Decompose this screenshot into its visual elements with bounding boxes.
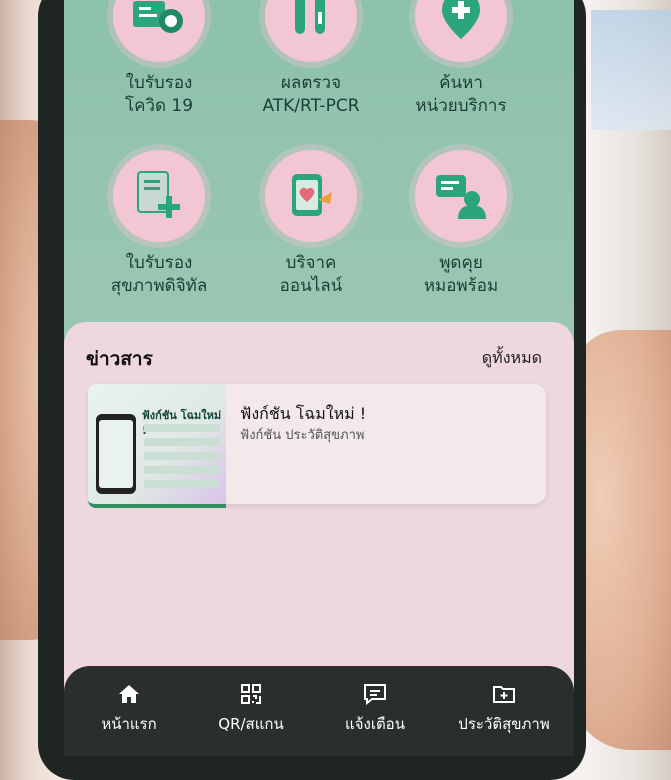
menu-label: ใบรับรอง โควิด 19	[124, 73, 194, 116]
menu-item-find-service[interactable]: ค้นหา หน่วยบริการ	[386, 0, 536, 118]
menu-label: ผลตรวจ ATK/RT-PCR	[262, 73, 360, 116]
menu-item-digital-health-certificate[interactable]: ใบรับรอง สุขภาพดิจิทัล	[84, 150, 234, 298]
home-icon	[74, 682, 184, 708]
location-pin-icon	[415, 0, 507, 62]
news-header: ข่าวสาร	[86, 348, 153, 370]
document-add-icon	[113, 150, 205, 242]
thumbnail-phone-graphic	[96, 414, 136, 494]
nav-label: หน้าแรก	[101, 715, 157, 733]
nav-label: QR/สแกน	[218, 715, 284, 733]
menu-item-talk-doctor[interactable]: พูดคุย หมอพร้อม	[386, 150, 536, 298]
nav-item-home[interactable]: หน้าแรก	[74, 682, 184, 736]
menu-label: บริจาค ออนไลน์	[279, 253, 343, 296]
article-subtitle: ฟังก์ชัน ประวัติสุขภาพ	[240, 428, 365, 443]
background-window-blue	[591, 10, 671, 130]
nav-label: ประวัติสุขภาพ	[458, 715, 550, 733]
bottom-navigation: หน้าแรก QR/สแกน แจ้งเตือน ประวัติสุขภาพ	[64, 666, 574, 756]
nav-label: แจ้งเตือน	[345, 715, 405, 733]
thumbnail-list-graphic	[144, 424, 220, 494]
notification-message-icon	[320, 682, 430, 708]
news-thumbnail: ฟังก์ชัน โฉมใหม่ !	[88, 384, 226, 508]
menu-item-covid-certificate[interactable]: ใบรับรอง โควิด 19	[84, 0, 234, 118]
nav-item-notifications[interactable]: แจ้งเตือน	[320, 682, 430, 736]
menu-label: พูดคุย หมอพร้อม	[423, 253, 499, 296]
chat-doctor-icon	[415, 150, 507, 242]
test-tube-icon	[265, 0, 357, 62]
menu-item-test-results[interactable]: ผลตรวจ ATK/RT-PCR	[236, 0, 386, 118]
nav-item-health-history[interactable]: ประวัติสุขภาพ	[449, 682, 559, 736]
donate-heart-icon	[265, 150, 357, 242]
qr-scan-icon	[196, 682, 306, 708]
menu-label: ค้นหา หน่วยบริการ	[415, 73, 507, 116]
covid-certificate-icon	[113, 0, 205, 62]
menu-label: ใบรับรอง สุขภาพดิจิทัล	[110, 253, 208, 296]
health-folder-icon	[449, 682, 559, 708]
nav-item-qr-scan[interactable]: QR/สแกน	[196, 682, 306, 736]
hand-right	[571, 330, 671, 750]
news-article[interactable]: ฟังก์ชัน โฉมใหม่ ! ฟังก์ชัน โฉมใหม่ ! ฟั…	[88, 384, 546, 508]
menu-item-donate-online[interactable]: บริจาค ออนไลน์	[236, 150, 386, 298]
view-all-link[interactable]: ดูทั้งหมด	[482, 346, 542, 371]
phone-screen: ใบรับรอง โควิด 19 ผลตรวจ ATK/RT-PCR ค้นห…	[64, 0, 574, 756]
